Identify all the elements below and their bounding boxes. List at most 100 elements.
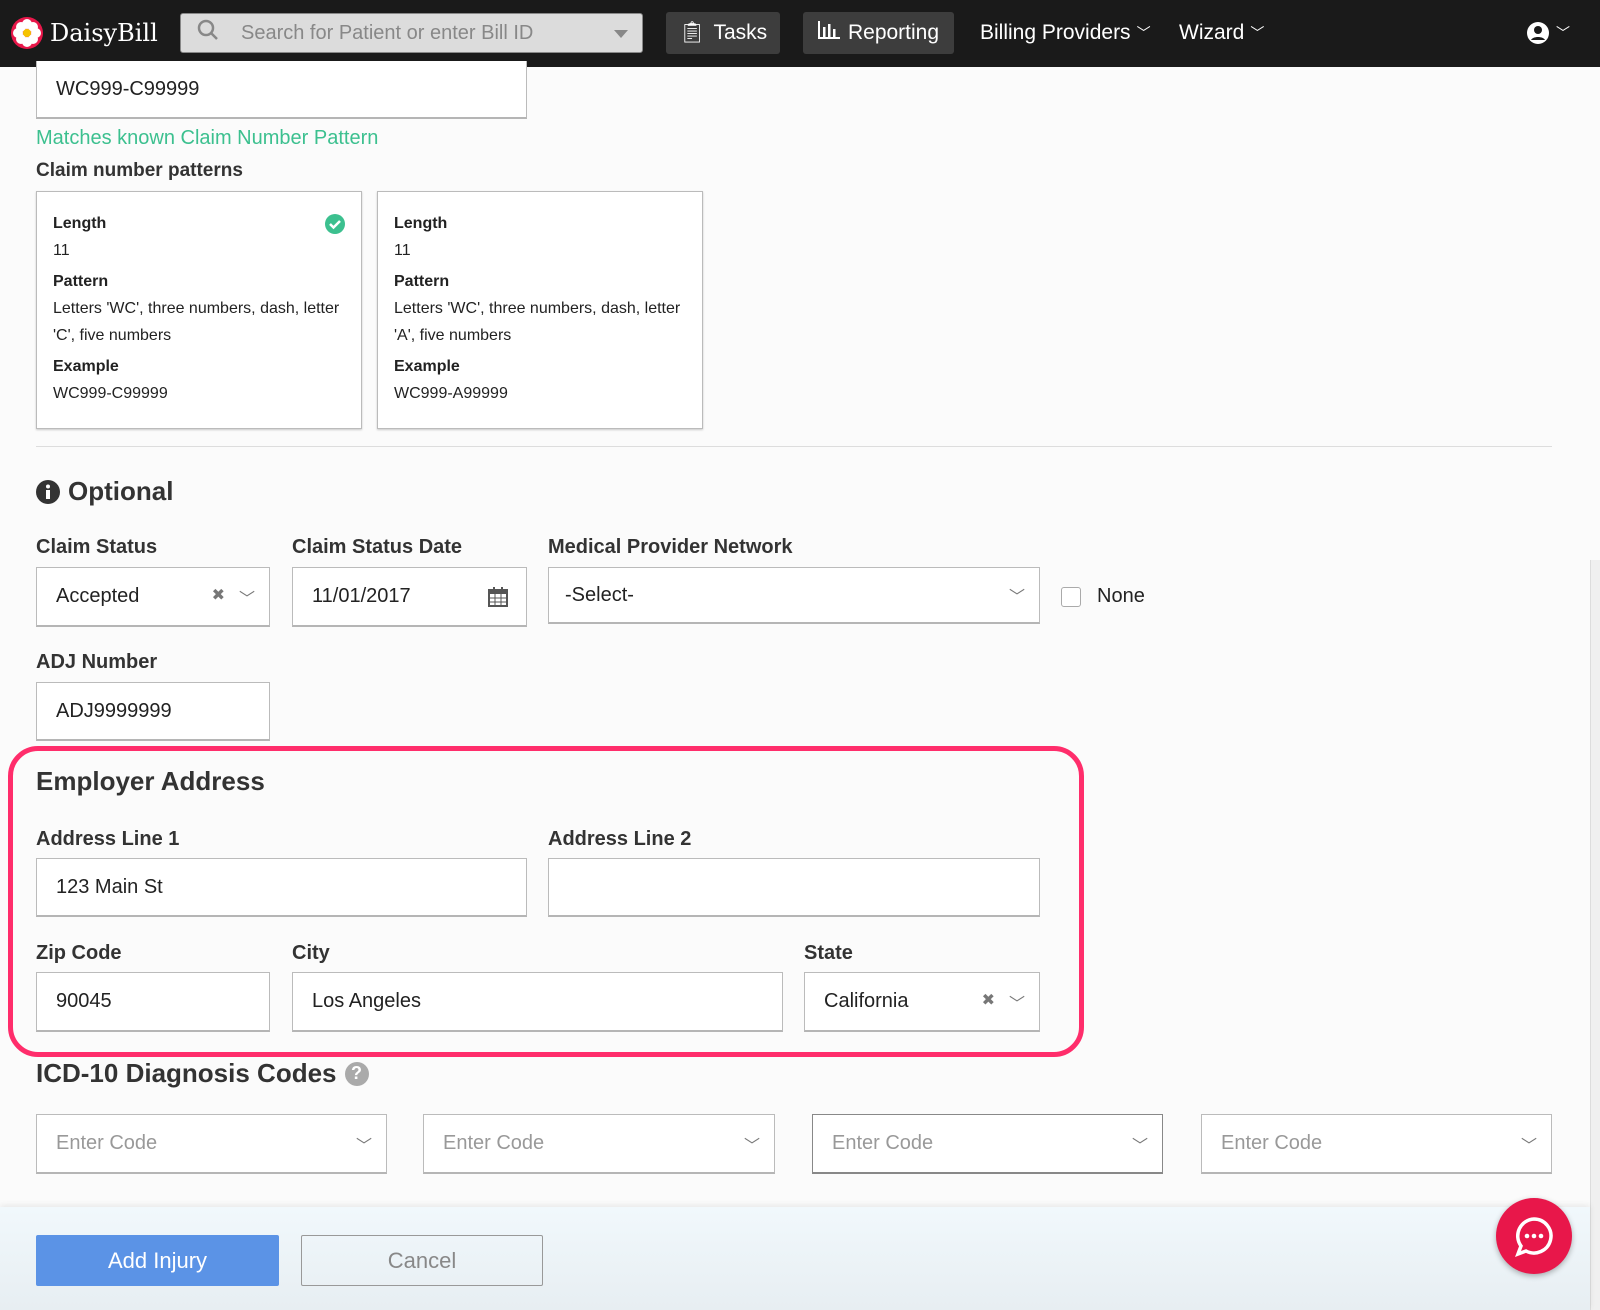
info-icon [36,479,60,504]
example-label: Example [394,358,460,375]
employer-address-title: Employer Address [36,766,265,796]
chevron-down-icon: ﹀ [1008,589,1025,606]
pattern-card: Length 11 Pattern Letters 'WC', three nu… [36,191,362,429]
address-line2-label: Address Line 2 [548,828,692,850]
city-input[interactable]: Los Angeles [292,972,783,1032]
search-icon [197,19,227,47]
icd-code-input-2[interactable]: Enter Code ﹀ [423,1114,775,1174]
none-checkbox[interactable] [1061,587,1081,607]
reporting-button[interactable]: Reporting [803,12,954,54]
length-value: 11 [394,242,411,259]
icd-placeholder: Enter Code [1221,1132,1323,1154]
daisy-icon [11,17,43,49]
chat-button[interactable] [1496,1198,1572,1274]
address-line1-value: 123 Main St [56,875,163,898]
city-value: Los Angeles [312,990,421,1012]
billing-providers-menu[interactable]: Billing Providers ﹀ [980,12,1151,54]
example-value: WC999-C99999 [53,385,168,402]
address-line2-input[interactable] [548,858,1040,917]
adj-number-input[interactable]: ADJ9999999 [36,682,270,741]
search-placeholder: Search for Patient or enter Bill ID [241,21,534,44]
example-value: WC999-A99999 [394,385,508,402]
claim-status-select[interactable]: Accepted ✖ ﹀ [36,567,270,627]
chevron-down-icon: ﹀ [1131,1137,1148,1155]
logo[interactable]: DaisyBill [10,14,158,52]
pattern-value: Letters 'WC', three numbers, dash, lette… [394,300,681,344]
check-circle-icon [325,214,345,234]
chevron-down-icon: ﹀ [1250,25,1265,41]
pattern-card: Length 11 Pattern Letters 'WC', three nu… [377,191,703,429]
patterns-title: Claim number patterns [36,160,243,181]
length-label: Length [394,215,448,232]
add-injury-button[interactable]: Add Injury [36,1235,279,1286]
icd-heading: ICD-10 Diagnosis Codes ? [36,1058,369,1089]
chevron-down-icon: ﹀ [355,1137,372,1155]
claim-status-date-label: Claim Status Date [292,536,463,558]
optional-title: Optional [68,476,174,506]
pattern-label: Pattern [53,273,109,290]
chevron-down-icon: ﹀ [1136,25,1151,41]
chevron-down-icon: ﹀ [743,1137,760,1155]
state-value: California [824,990,909,1012]
brand-name: DaisyBill [50,19,158,47]
cancel-button[interactable]: Cancel [301,1235,543,1286]
none-label: None [1097,585,1145,607]
icd-code-input-3[interactable]: Enter Code ﹀ [812,1114,1163,1174]
claim-status-value: Accepted [56,585,140,607]
zip-code-input[interactable]: 90045 [36,972,270,1032]
help-icon[interactable]: ? [344,1061,369,1086]
tasks-button[interactable]: 📋︎ Tasks [666,12,780,54]
wizard-menu[interactable]: Wizard ﹀ [1179,12,1264,54]
mpn-label: Medical Provider Network [548,536,793,558]
length-value: 11 [53,242,70,259]
icd-placeholder: Enter Code [832,1132,934,1154]
clear-icon[interactable]: ✖ [212,585,225,609]
adj-number-value: ADJ9999999 [56,699,172,722]
clipboard-icon: 📋︎ [678,21,706,44]
claim-status-date-input[interactable]: 11/01/2017 [292,567,527,627]
pattern-label: Pattern [394,273,450,290]
mpn-value: -Select- [565,583,634,606]
claim-number-value: WC999-C99999 [56,77,200,100]
billing-providers-label: Billing Providers [980,21,1131,44]
chevron-down-icon: ﹀ [1520,1137,1537,1155]
address-line1-input[interactable]: 123 Main St [36,858,527,917]
length-label: Length [53,215,107,232]
icd-placeholder: Enter Code [443,1132,545,1154]
user-icon [1527,22,1549,44]
match-message: Matches known Claim Number Pattern [36,127,379,149]
user-menu[interactable]: ﹀ [1526,12,1570,54]
search-input[interactable]: Search for Patient or enter Bill ID [180,13,643,53]
zip-code-value: 90045 [56,990,112,1012]
city-label: City [292,942,330,964]
chevron-down-icon: ﹀ [238,590,255,608]
claim-number-input[interactable]: WC999-C99999 [36,61,527,119]
wizard-label: Wizard [1179,21,1245,44]
icd-code-input-4[interactable]: Enter Code ﹀ [1201,1114,1552,1174]
bar-chart-icon [817,21,840,45]
scrollbar[interactable] [1590,560,1600,1310]
adj-number-label: ADJ Number [36,651,158,673]
icd-placeholder: Enter Code [56,1132,158,1154]
zip-code-label: Zip Code [36,942,122,964]
icd-code-input-1[interactable]: Enter Code ﹀ [36,1114,387,1174]
claim-status-date-value: 11/01/2017 [312,585,411,607]
claim-status-label: Claim Status [36,536,158,558]
pattern-value: Letters 'WC', three numbers, dash, lette… [53,300,340,344]
chevron-down-icon: ﹀ [1008,995,1025,1013]
address-line1-label: Address Line 1 [36,828,180,850]
reporting-label: Reporting [847,21,940,44]
state-select[interactable]: California ✖ ﹀ [804,972,1040,1032]
example-label: Example [53,358,119,375]
state-label: State [804,942,853,964]
divider [36,446,1552,447]
clear-icon[interactable]: ✖ [982,990,995,1014]
caret-down-icon[interactable] [614,30,628,38]
chat-bubble-icon [1515,1217,1553,1257]
tasks-label: Tasks [713,21,768,44]
calendar-icon[interactable] [488,587,508,607]
optional-heading: Optional [36,476,173,507]
icd-title: ICD-10 Diagnosis Codes [36,1058,337,1088]
mpn-select[interactable]: -Select- ﹀ [548,567,1040,624]
chevron-down-icon: ﹀ [1556,25,1570,41]
